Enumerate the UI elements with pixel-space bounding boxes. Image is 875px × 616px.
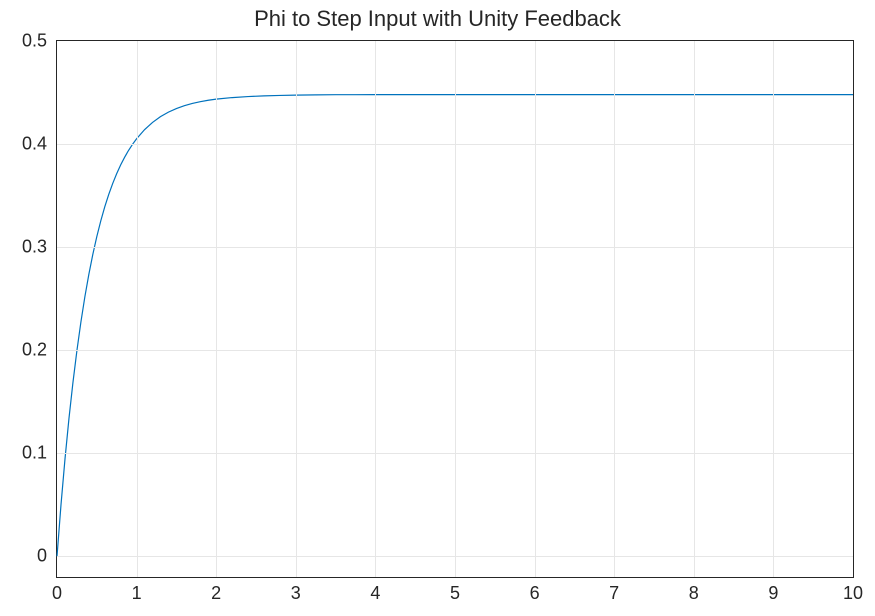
- grid-v: [375, 41, 376, 577]
- grid-h: [57, 556, 853, 557]
- x-tick-label: 3: [291, 577, 301, 604]
- plot-area: 01234567891000.10.20.30.40.5: [56, 40, 854, 578]
- grid-h: [57, 453, 853, 454]
- grid-v: [137, 41, 138, 577]
- x-tick-label: 8: [689, 577, 699, 604]
- x-tick-label: 5: [450, 577, 460, 604]
- grid-v: [773, 41, 774, 577]
- y-tick-label: 0.4: [22, 134, 57, 155]
- chart-container: Phi to Step Input with Unity Feedback 01…: [0, 0, 875, 616]
- x-tick-label: 0: [52, 577, 62, 604]
- x-tick-label: 7: [609, 577, 619, 604]
- y-tick-label: 0.5: [22, 31, 57, 52]
- y-tick-label: 0.2: [22, 340, 57, 361]
- x-tick-label: 10: [843, 577, 863, 604]
- chart-title: Phi to Step Input with Unity Feedback: [0, 6, 875, 32]
- grid-h: [57, 350, 853, 351]
- y-tick-label: 0: [37, 546, 57, 567]
- grid-v: [296, 41, 297, 577]
- x-tick-label: 1: [132, 577, 142, 604]
- grid-v: [614, 41, 615, 577]
- grid-h: [57, 247, 853, 248]
- y-tick-label: 0.3: [22, 237, 57, 258]
- grid-v: [216, 41, 217, 577]
- x-tick-label: 2: [211, 577, 221, 604]
- grid-v: [535, 41, 536, 577]
- x-tick-label: 4: [370, 577, 380, 604]
- x-tick-label: 9: [768, 577, 778, 604]
- grid-v: [455, 41, 456, 577]
- y-tick-label: 0.1: [22, 443, 57, 464]
- grid-v: [694, 41, 695, 577]
- x-tick-label: 6: [530, 577, 540, 604]
- grid-h: [57, 144, 853, 145]
